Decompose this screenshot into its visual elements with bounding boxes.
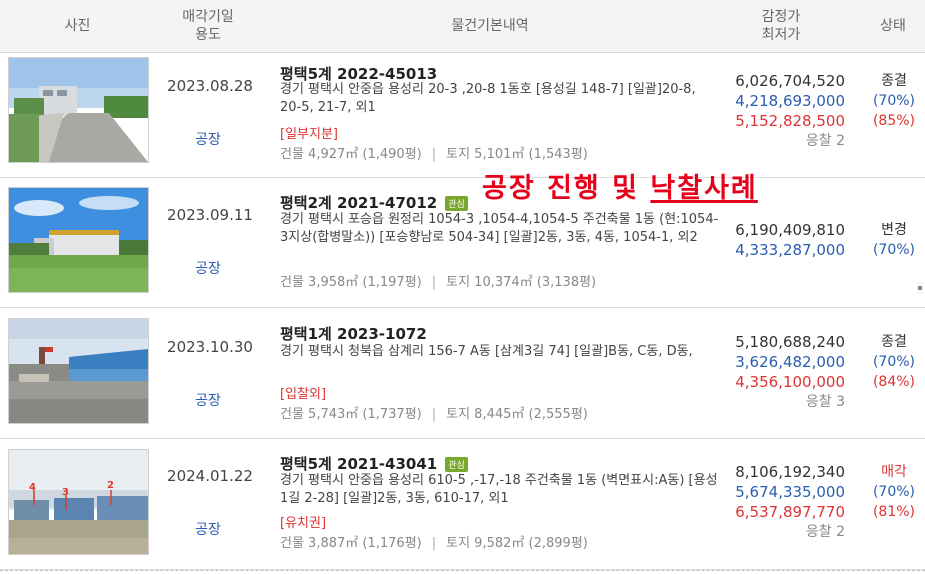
property-photo[interactable]: 4 3 2 [8,449,149,555]
header-date-usage: 매각기일 용도 [160,0,256,52]
usage-label: 공장 [195,132,221,148]
scroll-indicator [918,286,922,290]
property-photo[interactable] [8,187,149,293]
auction-date: 2023.08.28 [167,77,253,95]
sold-price: 6,537,897,770 [735,503,845,521]
price-block: 8,106,192,340 5,674,335,000 6,537,897,77… [722,462,845,542]
header-photo: 사진 [0,0,155,52]
case-number[interactable]: 평택5계 2021-43041 관심 [280,453,468,474]
area-info: 건물 5,743㎡ (1,737평) | 토지 8,445㎡ (2,555평) [280,407,588,422]
minimum-percent: (70%) [872,484,916,500]
property-address: 경기 평택시 청북읍 삼계리 156-7 A동 [삼계3길 74] [일괄]B동… [280,344,693,359]
minimum-price: 5,674,335,000 [735,483,845,501]
minimum-percent: (70%) [872,354,916,370]
case-number-text[interactable]: 평택2계 2021-47012 [280,194,437,212]
status-badge: 매각 [881,464,907,480]
area-info: 건물 3,958㎡ (1,197평) | 토지 10,374㎡ (3,138평) [280,275,597,290]
bid-count: 응찰 2 [805,133,845,149]
bid-count: 응찰 2 [805,524,845,540]
land-area: 토지 10,374㎡ (3,138평) [446,275,597,290]
table-row[interactable]: 2023.09.11 공장 평택2계 2021-47012 관심 경기 평택시 포… [0,178,925,308]
auction-date: 2023.09.11 [167,206,253,224]
usage-label: 공장 [195,393,221,409]
status-block: 변경 (70%) [866,220,922,260]
overlay-title: 공장 진행 및 낙찰사례 [482,166,758,205]
auction-date: 2024.01.22 [167,467,253,485]
interest-badge[interactable]: 관심 [445,457,468,472]
header-date-label: 매각기일 [182,9,234,25]
appraisal-price: 6,026,704,520 [735,72,845,90]
status-block: 종결 (70%) (84%) [866,332,922,392]
land-area: 토지 5,101㎡ (1,543평) [446,147,588,162]
special-note: [일부지분] [280,127,338,142]
building-area: 건물 4,927㎡ (1,490평) [280,147,422,162]
minimum-price: 4,333,287,000 [735,241,845,259]
usage-label: 공장 [195,261,221,277]
header-photo-label: 사진 [64,18,91,34]
minimum-price: 4,218,693,000 [735,92,845,110]
table-row[interactable]: 2023.08.28 공장 평택5계 2022-45013 경기 평택시 안중읍… [0,53,925,178]
bid-count: 응찰 3 [805,394,845,410]
sold-price: 5,152,828,500 [735,112,845,130]
land-area: 토지 8,445㎡ (2,555평) [446,407,588,422]
photo-marker-2: 2 [107,480,114,491]
case-number-text[interactable]: 평택5계 2021-43041 [280,455,437,473]
divider [0,570,925,571]
header-appraisal-label: 감정가 [761,9,801,25]
property-photo[interactable] [8,57,149,163]
minimum-percent: (70%) [872,93,916,109]
appraisal-price: 8,106,192,340 [735,463,845,481]
sold-percent: (81%) [872,504,916,520]
special-note: [유치권] [280,516,327,531]
property-photo[interactable] [8,318,149,424]
table-row[interactable]: 4 3 2 2024.01.22 공장 평택5계 2021-43041 관심 경기… [0,439,925,570]
case-number[interactable]: 평택2계 2021-47012 관심 [280,192,468,213]
photo-marker-4: 4 [29,482,36,493]
price-block: 6,026,704,520 4,218,693,000 5,152,828,50… [722,71,845,151]
building-area: 건물 3,958㎡ (1,197평) [280,275,422,290]
auction-date: 2023.10.30 [167,338,253,356]
building-area: 건물 5,743㎡ (1,737평) [280,407,422,422]
usage-label: 공장 [195,522,221,538]
area-info: 건물 4,927㎡ (1,490평) | 토지 5,101㎡ (1,543평) [280,147,588,162]
case-number-text[interactable]: 평택1계 2023-1072 [280,325,427,343]
status-badge: 종결 [881,73,907,89]
overlay-title-underlined: 낙찰사례 [650,173,758,204]
header-price: 감정가 최저가 [722,0,840,52]
status-block: 종결 (70%) (85%) [866,71,922,131]
minimum-percent: (70%) [872,242,916,258]
status-badge: 종결 [881,334,907,350]
property-address: 경기 평택시 안중읍 용성리 610-5 ,-17,-18 주건축물 1동 (벽… [280,473,718,506]
appraisal-price: 6,190,409,810 [735,221,845,239]
property-address: 경기 평택시 포승읍 원정리 1054-3 ,1054-4,1054-5 주건축… [280,212,719,245]
sold-percent: (84%) [872,374,916,390]
appraisal-price: 5,180,688,240 [735,333,845,351]
land-area: 토지 9,582㎡ (2,899평) [446,536,588,551]
special-note: [입찰외] [280,387,327,402]
photo-marker-3: 3 [62,487,69,498]
property-address: 경기 평택시 안중읍 용성리 20-3 ,20-8 1동호 [용성길 148-7… [280,82,696,115]
building-area: 건물 3,887㎡ (1,176평) [280,536,422,551]
table-header: 사진 매각기일 용도 물건기본내역 감정가 최저가 상태 [0,0,925,53]
sold-price: 4,356,100,000 [735,373,845,391]
overlay-title-text: 공장 진행 및 [482,173,651,204]
header-minimum-label: 최저가 [761,27,801,43]
interest-badge[interactable]: 관심 [445,196,468,211]
minimum-price: 3,626,482,000 [735,353,845,371]
price-block: 6,190,409,810 4,333,287,000 [722,220,845,260]
header-info-label: 물건기본내역 [451,18,529,34]
status-badge: 변경 [881,222,907,238]
sold-percent: (85%) [872,113,916,129]
header-info: 물건기본내역 [270,0,710,52]
header-status: 상태 [862,0,924,52]
table-row[interactable]: 2023.10.30 공장 평택1계 2023-1072 경기 평택시 청북읍 … [0,308,925,439]
header-usage-label: 용도 [195,27,221,43]
header-status-label: 상태 [880,18,906,34]
area-info: 건물 3,887㎡ (1,176평) | 토지 9,582㎡ (2,899평) [280,536,588,551]
case-number[interactable]: 평택1계 2023-1072 [280,323,427,344]
status-block: 매각 (70%) (81%) [866,462,922,522]
price-block: 5,180,688,240 3,626,482,000 4,356,100,00… [722,332,845,412]
